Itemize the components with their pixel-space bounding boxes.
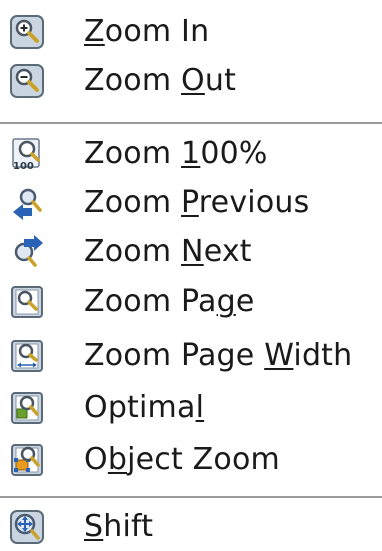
menu-item-zoom-page-width[interactable]: Zoom Page Width <box>0 332 382 380</box>
zoom-100-icon: 100 <box>10 137 44 172</box>
zoom-page-icon <box>10 285 44 319</box>
menu-item-label: Object Zoom <box>84 442 280 477</box>
svg-text:100: 100 <box>13 161 34 171</box>
menu-item-label: Zoom Out <box>84 63 237 98</box>
zoom-out-icon <box>10 64 44 98</box>
menu-item-label: Zoom Next <box>84 234 252 269</box>
zoom-page-width-icon <box>10 339 44 373</box>
menu-item-zoom-100[interactable]: 100 Zoom 100% <box>0 130 382 178</box>
optimal-zoom-icon <box>10 391 44 425</box>
menu-item-zoom-previous[interactable]: Zoom Previous <box>0 179 382 227</box>
zoom-context-menu: Zoom In Zoom Out 100 Zoom 100% Zoom Prev… <box>0 0 382 551</box>
menu-item-label: Zoom Page <box>84 284 255 319</box>
menu-item-optimal[interactable]: Optimal <box>0 384 382 432</box>
menu-item-label: Zoom Page Width <box>84 338 353 373</box>
menu-item-zoom-page[interactable]: Zoom Page <box>0 278 382 326</box>
menu-item-label: Zoom 100% <box>84 136 268 171</box>
menu-item-zoom-in[interactable]: Zoom In <box>0 8 382 56</box>
menu-separator <box>0 122 382 124</box>
menu-item-label: Zoom In <box>84 14 210 49</box>
menu-item-label: Shift <box>84 509 154 544</box>
zoom-previous-icon <box>10 186 44 220</box>
menu-item-object-zoom[interactable]: Object Zoom <box>0 436 382 484</box>
menu-item-label: Zoom Previous <box>84 185 310 220</box>
zoom-in-icon <box>10 15 44 49</box>
object-zoom-icon <box>10 443 44 477</box>
menu-item-label: Optimal <box>84 390 205 425</box>
menu-item-shift[interactable]: Shift <box>0 503 382 551</box>
menu-item-zoom-next[interactable]: Zoom Next <box>0 228 382 276</box>
zoom-next-icon <box>10 235 44 269</box>
menu-separator <box>0 496 382 498</box>
menu-item-zoom-out[interactable]: Zoom Out <box>0 57 382 105</box>
shift-icon <box>10 510 44 544</box>
